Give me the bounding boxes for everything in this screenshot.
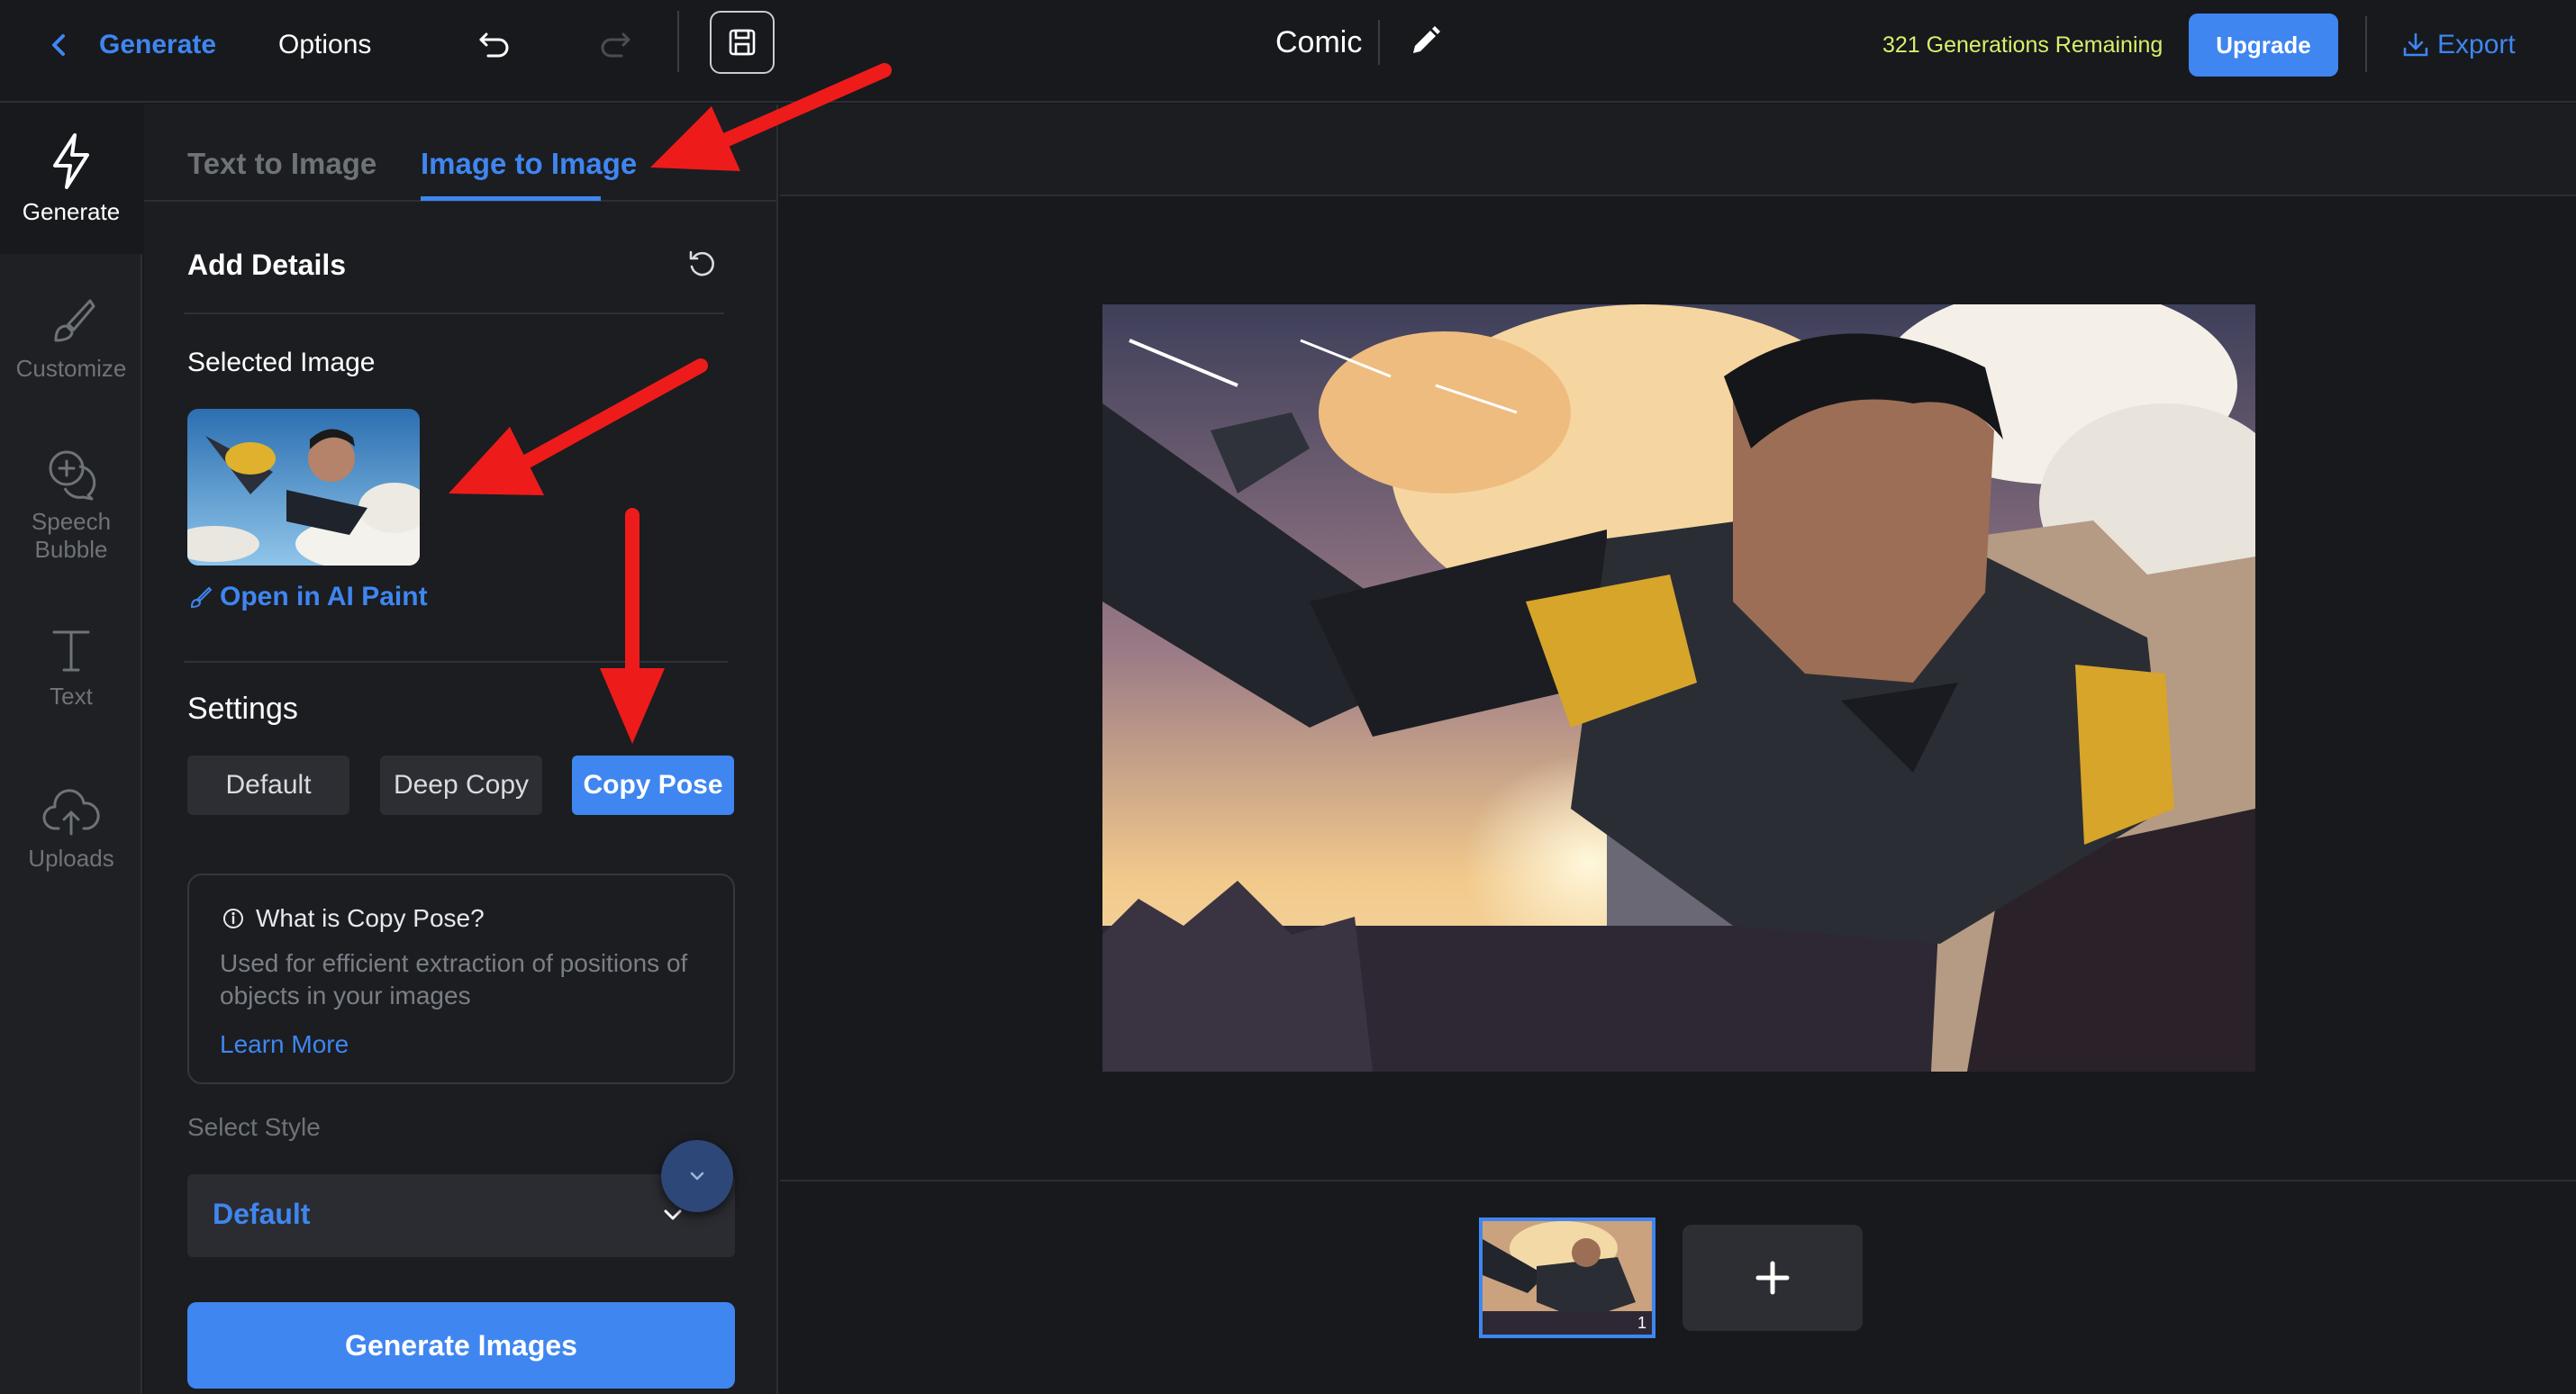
active-tab-indicator	[421, 196, 601, 201]
pencil-icon[interactable]	[1405, 22, 1445, 61]
tab-text-to-image[interactable]: Text to Image	[187, 146, 376, 182]
style-selected-value: Default	[213, 1198, 311, 1230]
rail-item-customize[interactable]: Customize	[0, 295, 142, 383]
save-button[interactable]	[710, 11, 775, 74]
chevron-down-icon	[690, 1172, 704, 1181]
learn-more-link[interactable]: Learn More	[220, 1030, 349, 1059]
back-generate-link[interactable]: Generate	[99, 27, 216, 63]
rail-item-uploads[interactable]: Uploads	[0, 789, 142, 873]
setting-deep-copy-button[interactable]: Deep Copy	[380, 756, 542, 815]
selected-image-thumbnail[interactable]	[187, 409, 420, 566]
chevron-left-icon[interactable]	[49, 27, 68, 63]
rail-item-text[interactable]: Text	[0, 627, 142, 711]
generate-images-button[interactable]: Generate Images	[187, 1302, 735, 1389]
section-divider	[184, 312, 724, 314]
options-menu[interactable]: Options	[278, 27, 371, 63]
section-divider	[184, 661, 728, 663]
generations-remaining: 321 Generations Remaining	[1882, 32, 2163, 58]
download-icon	[2403, 32, 2428, 57]
brush-icon	[190, 586, 213, 609]
toolbar-divider	[677, 11, 679, 72]
rail-label-generate: Generate	[22, 198, 121, 225]
scroll-down-button[interactable]	[661, 1140, 733, 1212]
frame-thumbnail[interactable]: 1	[1479, 1217, 1655, 1338]
info-title-text: What is Copy Pose?	[256, 904, 485, 932]
frame-number: 1	[1637, 1314, 1646, 1332]
top-bar: Generate Options Comic 321 Generations R…	[0, 0, 2576, 103]
rail-label-speech-bubble: Speech Bubble	[31, 508, 112, 563]
project-title[interactable]: Comic	[1275, 23, 1362, 61]
rail-label-uploads: Uploads	[28, 845, 114, 872]
filmstrip-divider	[780, 1180, 2576, 1181]
title-divider	[1378, 20, 1380, 65]
rail-label-customize: Customize	[15, 355, 127, 382]
canvas-toolbar	[780, 104, 2576, 196]
tab-image-to-image[interactable]: Image to Image	[421, 146, 637, 182]
export-divider	[2365, 16, 2367, 72]
info-description: Used for efficient extraction of positio…	[220, 949, 688, 1009]
rail-item-generate[interactable]: Generate	[0, 104, 142, 254]
brush-icon	[54, 299, 95, 342]
copy-pose-info-box: What is Copy Pose? Used for efficient ex…	[187, 874, 735, 1084]
generate-panel: Text to Image Image to Image Add Details…	[144, 104, 778, 1394]
redo-icon[interactable]	[594, 22, 636, 63]
rail-label-text: Text	[50, 683, 93, 710]
speech-bubble-icon	[49, 450, 96, 501]
export-label: Export	[2437, 30, 2516, 59]
rail-item-speech-bubble[interactable]: Speech Bubble	[0, 447, 142, 564]
info-title: What is Copy Pose?	[222, 904, 485, 933]
settings-heading: Settings	[187, 692, 298, 726]
export-button[interactable]: Export	[2401, 25, 2516, 65]
upgrade-button[interactable]: Upgrade	[2189, 14, 2338, 77]
setting-default-button[interactable]: Default	[187, 756, 349, 815]
cloud-upload-icon	[42, 789, 100, 836]
selected-image-label: Selected Image	[187, 348, 376, 377]
save-icon	[729, 29, 756, 56]
app-root: Generate Options Comic 321 Generations R…	[0, 0, 2576, 1394]
setting-copy-pose-button[interactable]: Copy Pose	[572, 756, 734, 815]
reset-icon[interactable]	[685, 247, 719, 281]
mode-tabs: Text to Image Image to Image	[144, 104, 778, 202]
open-in-ai-paint-label: Open in AI Paint	[220, 582, 428, 611]
add-details-heading: Add Details	[187, 249, 347, 281]
add-frame-button[interactable]	[1683, 1225, 1863, 1331]
generated-comic-image[interactable]	[1102, 304, 2255, 1072]
tool-rail: Generate Customize Speech Bubble Text Up…	[0, 104, 142, 1394]
style-dropdown[interactable]: Default	[187, 1174, 735, 1257]
plus-icon	[1755, 1261, 1790, 1295]
text-icon	[52, 630, 90, 672]
open-in-ai-paint-link[interactable]: Open in AI Paint	[187, 582, 428, 612]
select-style-label: Select Style	[187, 1113, 321, 1141]
info-icon	[223, 909, 243, 928]
canvas-workspace: 1	[780, 104, 2576, 1394]
undo-icon[interactable]	[474, 22, 515, 63]
lightning-icon	[53, 133, 89, 189]
